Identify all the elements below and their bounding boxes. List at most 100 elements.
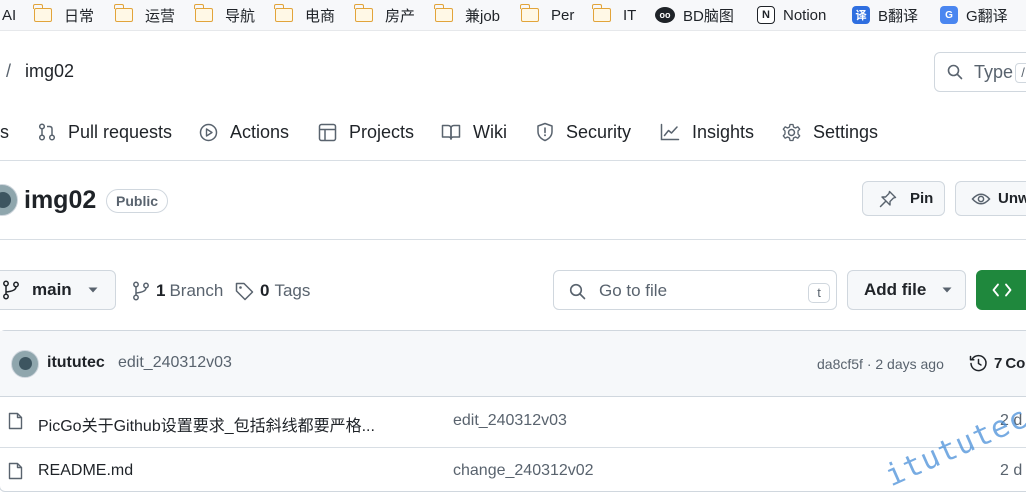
search-icon: [947, 64, 963, 80]
bookmark-ai[interactable]: AI: [2, 0, 16, 30]
commits-history-link[interactable]: 7 Co: [969, 353, 1025, 373]
bookmark-label: AI: [2, 6, 17, 24]
bookmark-g-translate[interactable]: G G翻译: [940, 0, 1008, 30]
tab-label: s: [0, 121, 9, 142]
tags-link[interactable]: 0 Tags: [235, 280, 310, 302]
watch-button[interactable]: Unw: [955, 181, 1026, 216]
tab-label: Settings: [813, 121, 879, 142]
google-translate-icon: G: [940, 6, 958, 24]
nav-divider: [0, 160, 1026, 161]
file-commit-message[interactable]: change_240312v02: [453, 462, 594, 480]
tab-label: Insights: [692, 121, 755, 142]
branch-count: 1: [156, 281, 166, 300]
bookmark-label: IT: [623, 6, 637, 24]
bookmark-folder-realestate[interactable]: 房产: [354, 0, 416, 30]
tab-label: Actions: [230, 121, 290, 142]
bookmark-label: Per: [551, 6, 575, 24]
bookmark-label: BD脑图: [683, 7, 734, 25]
code-icon: [992, 283, 1012, 297]
tag-icon: [235, 282, 254, 300]
bookmark-bd-mindmap[interactable]: oo BD脑图: [655, 0, 734, 30]
bookmark-label: G翻译: [966, 7, 1008, 25]
file-icon: [8, 462, 23, 480]
bookmark-folder-daily[interactable]: 日常: [33, 0, 95, 30]
tag-count-label: Tags: [274, 281, 311, 300]
branch-icon: [133, 281, 149, 301]
bookmark-b-translate[interactable]: 译 B翻译: [852, 0, 918, 30]
bookmark-folder-ops[interactable]: 运营: [114, 0, 176, 30]
bookmark-notion[interactable]: N Notion: [757, 0, 826, 30]
search-shortcut-key: /: [1015, 63, 1026, 83]
pin-button[interactable]: Pin: [862, 181, 945, 216]
tab-projects[interactable]: Projects: [318, 118, 414, 146]
add-file-button[interactable]: Add file: [847, 270, 966, 310]
table-icon: [318, 123, 337, 141]
commits-count-label: Co: [1005, 354, 1026, 372]
commit-author-avatar[interactable]: [11, 350, 39, 378]
notion-icon: N: [757, 6, 775, 24]
file-commit-message[interactable]: edit_240312v03: [453, 412, 567, 430]
code-button[interactable]: C: [976, 270, 1026, 310]
bookmark-folder-nav[interactable]: 导航: [194, 0, 255, 30]
global-search[interactable]: Type /: [934, 52, 1026, 92]
go-to-file-placeholder: Go to file: [599, 281, 668, 300]
file-name-link[interactable]: README.md: [38, 462, 133, 480]
play-icon: [199, 123, 218, 141]
tab-label: Pull requests: [68, 121, 173, 142]
chevron-down-icon: [88, 287, 98, 293]
repo-title[interactable]: img02: [24, 186, 96, 215]
tab-label: Projects: [349, 121, 415, 142]
chevron-down-icon: [942, 287, 952, 293]
bookmark-label: 房产: [385, 7, 416, 25]
tab-partial[interactable]: s: [0, 118, 9, 146]
shield-icon: [537, 122, 553, 142]
branch-select[interactable]: main: [0, 270, 116, 310]
translate-icon: 译: [852, 6, 870, 24]
branch-name: main: [32, 280, 72, 299]
tab-actions[interactable]: Actions: [199, 118, 289, 146]
tab-wiki[interactable]: Wiki: [441, 118, 507, 146]
branch-icon: [3, 280, 19, 300]
file-age: 2 d: [1000, 462, 1023, 479]
commits-count: 7: [994, 354, 1003, 372]
commit-author[interactable]: itututec: [47, 354, 105, 372]
bookmark-label: 兼job: [465, 7, 501, 25]
book-icon: [441, 124, 461, 140]
eye-icon: [971, 193, 991, 204]
tab-pull-requests[interactable]: Pull requests: [38, 118, 172, 146]
bookmarks-bar: AI 日常 运营 导航 电商 房产 兼job Per IT oo BD脑图 N …: [0, 0, 1026, 31]
bookmark-folder-per[interactable]: Per: [520, 0, 575, 30]
bookmark-folder-it[interactable]: IT: [592, 0, 637, 30]
branches-link[interactable]: 1 Branch: [132, 280, 223, 302]
gear-icon: [782, 123, 801, 141]
tab-settings[interactable]: Settings: [782, 118, 878, 146]
graph-icon: [660, 123, 680, 141]
bookmark-label: B翻译: [878, 7, 919, 25]
tab-security[interactable]: Security: [536, 118, 631, 146]
breadcrumb-separator: /: [6, 61, 12, 81]
file-name-link[interactable]: PicGo关于Github设置要求_包括斜线都要严格...: [38, 412, 375, 436]
bookmark-label: 日常: [64, 7, 95, 25]
bookmark-folder-ecommerce[interactable]: 电商: [274, 0, 335, 30]
bd-mindmap-icon: oo: [655, 7, 675, 23]
folder-icon: [33, 4, 52, 22]
folder-icon: [274, 4, 293, 22]
tab-insights[interactable]: Insights: [660, 118, 754, 146]
commit-message[interactable]: edit_240312v03: [118, 354, 232, 372]
visibility-badge: Public: [106, 189, 169, 213]
file-icon: [8, 412, 23, 430]
avatar[interactable]: [0, 184, 18, 216]
commit-hash-time[interactable]: da8cf5f · 2 days ago: [817, 356, 944, 372]
tag-count: 0: [260, 281, 270, 300]
breadcrumb-repo[interactable]: img02: [25, 61, 74, 82]
global-search-placeholder: Type: [974, 62, 1014, 82]
watch-label: Unw: [998, 190, 1026, 207]
bookmark-label: 运营: [145, 7, 176, 25]
go-to-file-shortcut-key: t: [808, 283, 830, 303]
bookmark-label: Notion: [783, 6, 827, 24]
pin-label: Pin: [910, 190, 934, 207]
add-file-label: Add file: [864, 280, 927, 299]
folder-icon: [194, 4, 213, 22]
go-to-file-input[interactable]: Go to file t: [553, 270, 837, 310]
bookmark-folder-job[interactable]: 兼job: [434, 0, 501, 30]
